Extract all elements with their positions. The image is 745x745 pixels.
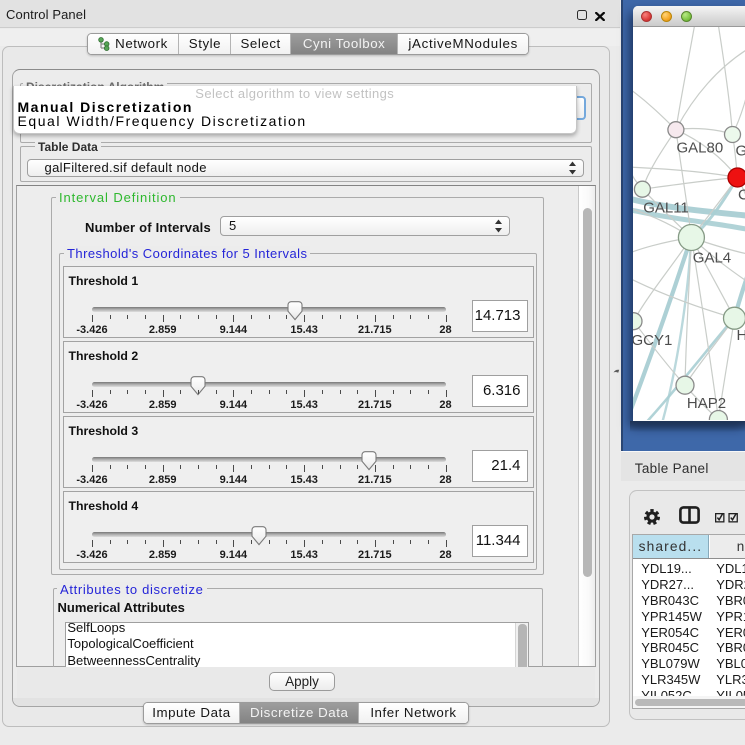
svg-text:H: H [736,327,745,344]
svg-text:GAL4: GAL4 [692,249,730,266]
svg-text:HAP2: HAP2 [686,395,725,412]
svg-text:C: C [738,186,745,203]
svg-text:GA: GA [735,142,745,159]
svg-text:GCY1: GCY1 [633,332,672,349]
svg-text:GAL11: GAL11 [643,199,689,216]
svg-text:GAL80: GAL80 [676,139,723,156]
